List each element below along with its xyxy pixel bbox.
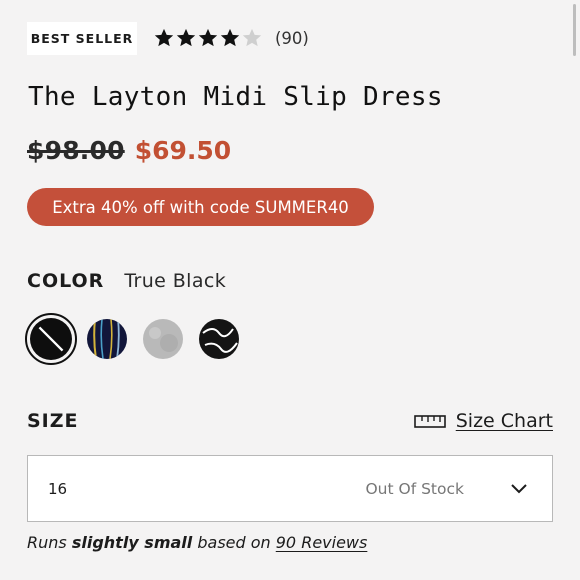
scrollbar[interactable] xyxy=(573,4,576,56)
swatch-black-white-abstract[interactable] xyxy=(196,316,242,362)
color-selector-header: COLOR True Black xyxy=(27,270,226,292)
size-chart-label[interactable]: Size Chart xyxy=(456,410,553,432)
size-label: SIZE xyxy=(27,410,79,432)
best-seller-badge: BEST SELLER xyxy=(27,22,137,55)
swatch-true-black[interactable] xyxy=(25,313,77,365)
best-seller-label: BEST SELLER xyxy=(30,31,134,46)
promo-text: Extra 40% off with code SUMMER40 xyxy=(52,197,349,217)
sale-price: $69.50 xyxy=(134,136,232,165)
star-empty-icon xyxy=(241,27,263,49)
star-filled-icon xyxy=(153,27,175,49)
stock-status: Out Of Stock xyxy=(365,479,464,498)
color-label: COLOR xyxy=(27,270,105,292)
rating-stars[interactable]: (90) xyxy=(153,27,309,49)
reviews-link[interactable]: 90 Reviews xyxy=(276,533,368,552)
review-count[interactable]: (90) xyxy=(275,29,309,48)
star-filled-icon xyxy=(219,27,241,49)
star-filled-icon xyxy=(197,27,219,49)
star-filled-icon xyxy=(175,27,197,49)
fit-emphasis: slightly small xyxy=(71,533,193,552)
chevron-down-icon xyxy=(511,483,527,493)
ruler-icon xyxy=(413,415,446,428)
selected-size: 16 xyxy=(48,479,68,498)
size-dropdown[interactable]: 16 Out Of Stock xyxy=(27,455,553,522)
fit-middle: based on xyxy=(192,533,276,552)
original-price: $98.00 xyxy=(27,136,125,165)
swatch-navy-stripe[interactable] xyxy=(84,316,130,362)
swatch-heather-grey[interactable] xyxy=(140,316,186,362)
fit-note: Runs slightly small based on 90 Reviews xyxy=(27,533,367,552)
product-title: The Layton Midi Slip Dress xyxy=(28,82,443,112)
color-swatches xyxy=(25,313,252,365)
selected-color-name: True Black xyxy=(124,270,227,292)
size-chart-link[interactable]: Size Chart xyxy=(413,410,553,432)
promo-banner: Extra 40% off with code SUMMER40 xyxy=(27,188,374,226)
price-row: $98.00 $69.50 xyxy=(27,136,231,165)
fit-prefix: Runs xyxy=(27,533,72,552)
